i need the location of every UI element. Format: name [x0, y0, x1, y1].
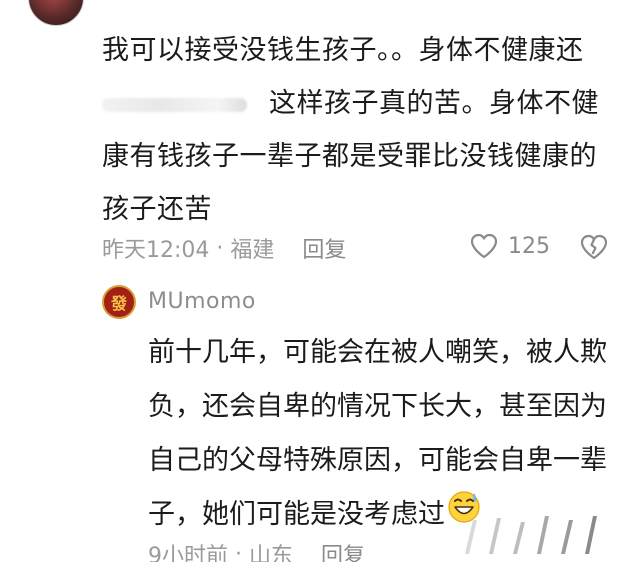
main-comment-text: 我可以接受没钱生孩子。。身体不健康还 这样孩子真的苦。身体不健 康有钱孩子一辈子… — [102, 24, 622, 236]
reply-location: 山东 — [248, 544, 293, 562]
comment-line: 我可以接受没钱生孩子。。身体不健康还 — [102, 35, 584, 66]
reply-reply-button[interactable]: 回复 — [321, 538, 365, 562]
reply-comment-text: 前十几年，可能会在被人嘲笑，被人欺 负，还会自卑的情况下长大，甚至因为 自己的父… — [148, 326, 628, 542]
comment-meta: 昨天12:04 · 福建 回复 — [102, 232, 346, 264]
comment-location: 福建 — [230, 238, 275, 263]
heart-outline-icon — [470, 233, 498, 259]
reply-button[interactable]: 回复 — [302, 232, 346, 264]
comment-line: 康有钱孩子一辈子都是受罪比没钱健康的 — [102, 141, 597, 172]
broken-heart-icon — [580, 234, 608, 260]
reply-time: 9小时前 — [148, 544, 228, 562]
reply-meta: 9小时前 · 山东 回复 — [148, 538, 365, 562]
comment-line: 孩子还苦 — [102, 194, 212, 225]
comment-thread: 我可以接受没钱生孩子。。身体不健康还 这样孩子真的苦。身体不健 康有钱孩子一辈子… — [0, 0, 640, 562]
like-button[interactable]: 125 — [470, 233, 550, 259]
reply-user-avatar[interactable]: 發 — [102, 285, 136, 319]
comment-line: 这样孩子真的苦。身体不健 — [102, 77, 622, 130]
reply-username[interactable]: MUmomo — [148, 289, 256, 314]
watermark-logo — [455, 516, 615, 558]
meta-separator: · — [209, 235, 231, 261]
reply-line: 自己的父母特殊原因，可能会自卑一辈 — [148, 445, 607, 476]
reply-line-text: 子，她们可能是没考虑过 — [148, 499, 445, 530]
redacted-text — [102, 97, 247, 112]
commenter-avatar[interactable] — [28, 0, 84, 26]
comment-time: 昨天12:04 — [102, 238, 210, 263]
reply-line: 前十几年，可能会在被人嘲笑，被人欺 — [148, 337, 607, 368]
comment-line-text: 这样孩子真的苦。身体不健 — [269, 88, 599, 119]
avatar-glyph: 發 — [110, 294, 127, 313]
dislike-button[interactable] — [580, 234, 608, 264]
like-count: 125 — [508, 233, 550, 259]
meta-separator: · — [228, 541, 249, 562]
reply-line: 负，还会自卑的情况下长大，甚至因为 — [148, 391, 607, 422]
